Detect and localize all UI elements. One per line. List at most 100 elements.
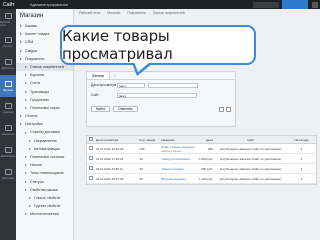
- chevron-right-icon: [29, 205, 31, 208]
- cancel-button[interactable]: Отменить: [113, 106, 138, 112]
- add-tab-button[interactable]: +: [110, 72, 120, 79]
- filter-row-site: Сайт (все): [87, 90, 235, 100]
- filter-tabs: Фильтр +: [87, 72, 235, 80]
- top-bar: Сайт Администрирование: [0, 0, 320, 9]
- sidebar-item-label: Транзакции: [30, 89, 50, 94]
- settings-icon[interactable]: [219, 106, 224, 112]
- filter-label: Сайт: [91, 93, 99, 97]
- nav-item[interactable]: Маркетинг: [0, 53, 16, 75]
- row-checkbox[interactable]: [87, 176, 95, 181]
- nav-label: Marketplace: [0, 154, 16, 158]
- sidebar-item-label: Отчеты: [25, 114, 38, 119]
- cell-name: Кофе Старые традиции Снято с пр-ва: [160, 145, 198, 153]
- filter-buttons: Найти Отменить: [87, 104, 235, 114]
- sidebar-item[interactable]: Группы свойств: [16, 202, 73, 210]
- sidebar-item[interactable]: Отчеты: [16, 112, 73, 120]
- tab-filter[interactable]: Фильтр: [87, 72, 111, 79]
- filter-label: Дата просмотра: [91, 83, 117, 87]
- product-link[interactable]: Товар для компании: [161, 157, 189, 161]
- table-row[interactable]: 01.11.2012 17:18:29 35 Товар для компании 1…: [87, 154, 316, 164]
- nav-icon: [4, 13, 12, 19]
- site-select[interactable]: (все): [117, 92, 197, 98]
- nav-label: Контент: [3, 44, 13, 48]
- admin-tab[interactable]: Администрирование: [30, 2, 68, 7]
- column-header-checkbox[interactable]: [87, 137, 95, 142]
- chevron-right-icon: [25, 90, 27, 93]
- cell-date: 01.11.2012 17:18:29: [95, 156, 124, 161]
- breadcrumb-item[interactable]: Покупатели: [127, 11, 145, 15]
- search-input[interactable]: [253, 1, 279, 8]
- date-input[interactable]: [148, 82, 198, 88]
- sidebar-item[interactable]: Транзакции: [16, 88, 73, 96]
- table-row[interactable]: 01.11.2012 16:55:11 29 Товар в корзине 280 …: [87, 164, 316, 174]
- product-link[interactable]: Товар в корзине: [161, 167, 183, 171]
- nav-item[interactable]: Магазин: [0, 75, 16, 97]
- chevron-right-icon: [20, 57, 22, 60]
- column-header[interactable]: На складе: [287, 138, 316, 142]
- nav-item[interactable]: Сервисы: [0, 97, 16, 119]
- sidebar-item[interactable]: Типы плательщиков: [16, 169, 73, 177]
- chevron-right-icon: [25, 66, 27, 69]
- nav-item[interactable]: Аналитика: [0, 119, 16, 141]
- viewed-products-table: Дата просмотра Код товара Название Цена …: [86, 135, 317, 185]
- nav-item[interactable]: Настройки: [0, 163, 16, 185]
- user-menu-button[interactable]: [282, 0, 308, 9]
- breadcrumb-item[interactable]: Магазин: [107, 11, 120, 15]
- sidebar-title: Магазин: [20, 13, 44, 19]
- sidebar-item[interactable]: Налоги: [16, 161, 73, 169]
- table-row[interactable]: 01.11.2012 16:19:29 136 Кофе Старые традиц…: [87, 144, 316, 154]
- settings-icon[interactable]: [312, 1, 318, 8]
- breadcrumb-item[interactable]: Список покупателей: [153, 11, 185, 15]
- cell-price: 1 400 руб.: [199, 176, 214, 181]
- column-header[interactable]: Цена: [198, 138, 214, 142]
- cell-site: [s1] Интернет-магазин (Сайт по умолчанию…: [219, 156, 282, 161]
- sidebar-item[interactable]: Направления: [16, 137, 73, 145]
- sidebar-item[interactable]: Свойства заказа: [16, 186, 73, 194]
- cell-name: Витрина мужская: [160, 177, 198, 181]
- sidebar-item[interactable]: Статусы: [16, 178, 73, 186]
- column-header[interactable]: Код товара: [139, 138, 161, 142]
- row-checkbox[interactable]: [87, 146, 95, 151]
- table-row[interactable]: 01.11.2012 16:57:03 42 Витрина мужская 1 40…: [87, 174, 316, 184]
- sidebar-item-label: Заказы: [25, 24, 38, 28]
- breadcrumb-item[interactable]: Рабочий стол: [79, 11, 100, 15]
- chevron-right-icon: [25, 180, 27, 183]
- sidebar-item[interactable]: Корзины: [16, 71, 73, 79]
- sidebar-item[interactable]: Счета: [16, 79, 73, 87]
- sidebar-item-label: Настройки: [25, 122, 43, 127]
- cell-code: 29: [139, 166, 143, 171]
- column-header[interactable]: Сайт: [214, 138, 287, 142]
- sidebar-item[interactable]: Службы доставки: [16, 128, 73, 136]
- chevron-right-icon: [20, 123, 22, 126]
- cell-price: 1 800 руб.: [199, 156, 214, 161]
- find-button[interactable]: Найти: [91, 106, 111, 112]
- brand-label[interactable]: Сайт: [0, 2, 30, 8]
- column-header[interactable]: Дата просмотра: [95, 138, 139, 142]
- sidebar-item[interactable]: Автоматизация: [16, 145, 73, 153]
- row-checkbox[interactable]: [87, 166, 95, 171]
- sidebar-item[interactable]: Местоположения: [16, 210, 73, 218]
- nav-item[interactable]: Контент: [0, 31, 16, 53]
- sidebar-item[interactable]: Список свойств: [16, 194, 73, 202]
- chevron-right-icon: [20, 49, 22, 52]
- sidebar-item-label: Счета: [30, 81, 40, 86]
- row-checkbox[interactable]: [87, 156, 95, 161]
- sidebar-item-label: Платежные системы: [30, 155, 65, 159]
- sidebar-item[interactable]: Продления: [16, 96, 73, 104]
- nav-item[interactable]: Рабочий стол: [0, 9, 16, 31]
- column-header[interactable]: Название: [160, 138, 198, 142]
- sidebar-item[interactable]: Платежные системы: [16, 153, 73, 161]
- nav-label: Аналитика: [1, 132, 15, 136]
- sidebar-item-label: Статусы: [30, 179, 44, 184]
- product-link[interactable]: Витрина мужская: [161, 177, 185, 181]
- sidebar-item-label: Покупатели: [25, 56, 45, 61]
- sidebar-item[interactable]: Настройки: [16, 120, 73, 128]
- close-icon[interactable]: [226, 106, 231, 112]
- nav-item[interactable]: Marketplace: [0, 141, 16, 163]
- chevron-right-icon: [25, 156, 27, 159]
- date-select[interactable]: (нет): [117, 82, 145, 88]
- cell-stock: 1: [300, 146, 303, 151]
- top-bar-right: [253, 0, 320, 9]
- product-link[interactable]: Кофе Старые традиции: [161, 145, 194, 149]
- sidebar-item[interactable]: Платежные карты: [16, 104, 73, 112]
